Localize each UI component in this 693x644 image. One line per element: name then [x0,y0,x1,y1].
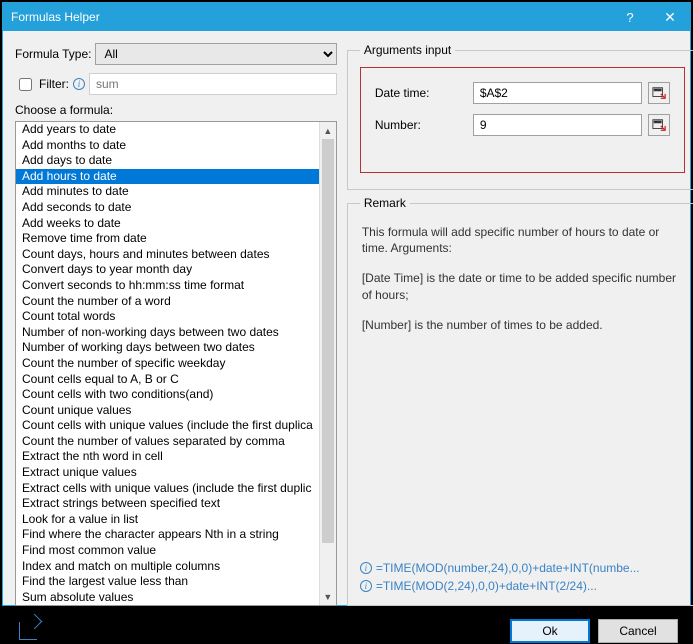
list-item[interactable]: Count days, hours and minutes between da… [16,247,319,263]
dialog-body: Formula Type: All Filter: i Choose a for… [3,31,690,618]
list-item[interactable]: Count the number of specific weekday [16,356,319,372]
remark-group: Remark This formula will add specific nu… [347,196,693,606]
formula-text: =TIME(MOD(2,24),0,0)+date+INT(2/24)... [376,579,597,593]
list-item[interactable]: Count total words [16,309,319,325]
ok-button[interactable]: Ok [510,619,590,643]
range-picker-button[interactable] [648,82,670,104]
list-item[interactable]: Add days to date [16,153,319,169]
scrollbar[interactable]: ▲ ▼ [319,122,336,605]
cancel-button[interactable]: Cancel [598,619,678,643]
list-item[interactable]: Convert seconds to hh:mm:ss time format [16,278,319,294]
filter-row: Filter: i [15,73,337,95]
formula-text: =TIME(MOD(number,24),0,0)+date+INT(numbe… [376,561,640,575]
right-panel: Arguments input Date time: Number: Remark… [347,43,693,606]
list-item[interactable]: Count the number of a word [16,294,319,310]
list-item[interactable]: Count unique values [16,403,319,419]
title-bar: Formulas Helper ? ✕ [3,3,690,31]
remark-legend: Remark [360,196,410,210]
info-icon: i [360,562,372,574]
list-item[interactable]: Add seconds to date [16,200,319,216]
list-item[interactable]: Add hours to date [16,169,319,185]
dialog-title: Formulas Helper [11,10,610,24]
arguments-group: Arguments input Date time: Number: [347,43,693,190]
list-item[interactable]: Find the largest value less than [16,574,319,590]
argument-input[interactable] [473,114,642,136]
list-item[interactable]: Count cells with unique values (include … [16,418,319,434]
formula-list: Add years to dateAdd months to dateAdd d… [16,122,319,605]
filter-checkbox[interactable] [19,78,32,91]
argument-row: Date time: [375,82,670,104]
formula-type-row: Formula Type: All [15,43,337,65]
scroll-thumb[interactable] [322,139,334,543]
filter-label: Filter: [39,77,69,91]
list-item[interactable]: Extract cells with unique values (includ… [16,481,319,497]
argument-label: Number: [375,118,467,132]
formula-type-select[interactable]: All [95,43,336,65]
formula-line: i =TIME(MOD(number,24),0,0)+date+INT(numb… [360,561,685,575]
left-panel: Formula Type: All Filter: i Choose a for… [15,43,337,606]
list-item[interactable]: Look for a value in list [16,512,319,528]
list-item[interactable]: Find where the character appears Nth in … [16,527,319,543]
close-button[interactable]: ✕ [650,3,690,31]
list-item[interactable]: Add weeks to date [16,216,319,232]
dialog-window: Formulas Helper ? ✕ Formula Type: All Fi… [2,2,691,606]
filter-input[interactable] [89,73,337,95]
list-item[interactable]: Remove time from date [16,231,319,247]
scroll-track[interactable] [320,139,336,588]
list-item[interactable]: Add months to date [16,138,319,154]
list-item[interactable]: Number of non-working days between two d… [16,325,319,341]
choose-formula-label: Choose a formula: [15,103,337,117]
share-icon [19,622,37,640]
list-item[interactable]: Add years to date [16,122,319,138]
info-icon: i [360,580,372,592]
list-item[interactable]: Extract unique values [16,465,319,481]
list-item[interactable]: Number of working days between two dates [16,340,319,356]
list-item[interactable]: Count cells equal to A, B or C [16,372,319,388]
formula-line: i =TIME(MOD(2,24),0,0)+date+INT(2/24)... [360,579,685,593]
remark-paragraph: This formula will add specific number of… [362,224,683,256]
remark-text: This formula will add specific number of… [360,220,685,557]
list-item[interactable]: Extract strings between specified text [16,496,319,512]
list-item[interactable]: Count cells with two conditions(and) [16,387,319,403]
range-picker-button[interactable] [648,114,670,136]
help-button[interactable]: ? [610,3,650,31]
list-item[interactable]: Index and match on multiple columns [16,559,319,575]
dialog-footer: Ok Cancel [3,618,690,644]
arguments-box: Date time: Number: [360,67,685,173]
remark-paragraph: [Date Time] is the date or time to be ad… [362,270,683,302]
info-icon[interactable]: i [73,78,85,90]
scroll-up-icon[interactable]: ▲ [320,122,336,139]
list-item[interactable]: Add minutes to date [16,184,319,200]
argument-row: Number: [375,114,670,136]
scroll-down-icon[interactable]: ▼ [320,588,336,605]
share-button[interactable] [15,618,41,644]
list-item[interactable]: Count the number of values separated by … [16,434,319,450]
arguments-legend: Arguments input [360,43,455,57]
list-item[interactable]: Sum absolute values [16,590,319,606]
list-item[interactable]: Find most common value [16,543,319,559]
argument-label: Date time: [375,86,467,100]
argument-input[interactable] [473,82,642,104]
formula-listbox: Add years to dateAdd months to dateAdd d… [15,121,337,606]
list-item[interactable]: Extract the nth word in cell [16,449,319,465]
formula-type-label: Formula Type: [15,47,91,61]
formula-preview: i =TIME(MOD(number,24),0,0)+date+INT(numb… [360,557,685,593]
list-item[interactable]: Convert days to year month day [16,262,319,278]
remark-paragraph: [Number] is the number of times to be ad… [362,317,683,333]
